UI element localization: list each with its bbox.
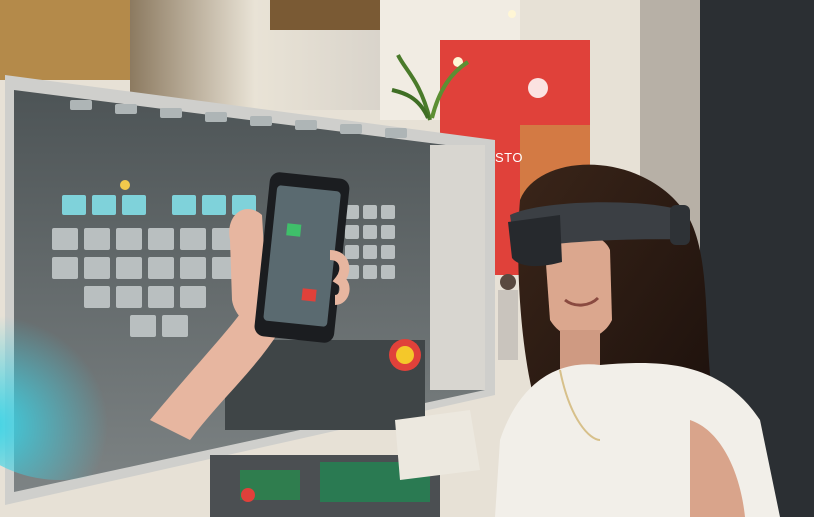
background-person-head (500, 274, 516, 290)
ceiling-light (508, 10, 516, 18)
booth-sign-text: STO (495, 150, 523, 165)
red-button-on-table (241, 488, 255, 502)
background-person (498, 290, 518, 360)
photo-illustration (0, 0, 814, 517)
headset-visor (508, 215, 562, 267)
photo-scene: STO (0, 0, 814, 517)
indicator-light (120, 180, 130, 190)
wood-panel-left (0, 0, 130, 80)
shelf (270, 0, 390, 30)
chair (395, 410, 480, 480)
headset-rear (670, 205, 690, 245)
booth-logo (528, 78, 548, 98)
neck (560, 330, 600, 370)
emergency-stop-ring (396, 346, 414, 364)
screen-bright-door (430, 145, 485, 390)
